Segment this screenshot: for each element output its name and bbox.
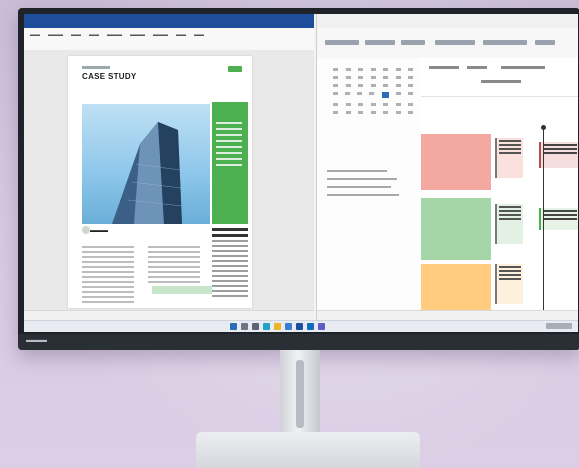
explorer-icon[interactable]: [274, 323, 281, 330]
outlook-window: [316, 14, 578, 321]
word-titlebar[interactable]: [24, 14, 314, 28]
calendar-day-view[interactable]: [421, 58, 578, 310]
outlook-icon[interactable]: [307, 323, 314, 330]
event-card[interactable]: [539, 208, 578, 230]
teams-icon[interactable]: [318, 323, 325, 330]
text-column-1: [82, 246, 134, 306]
mini-calendar[interactable]: [333, 68, 413, 119]
calendar-header: [421, 58, 578, 97]
edge-icon[interactable]: [263, 323, 270, 330]
word-ribbon: ▬▬ ▬▬▬ ▬▬ ▬▬ ▬▬▬ ▬▬▬ ▬▬▬ ▬▬ ▬▬: [24, 28, 314, 51]
doc-kicker: [82, 66, 110, 69]
text-column-2: [148, 246, 200, 286]
outlook-titlebar[interactable]: [317, 14, 578, 29]
green-callout: [152, 286, 212, 294]
event-block-red[interactable]: [421, 134, 491, 190]
word-window: ▬▬ ▬▬▬ ▬▬ ▬▬ ▬▬▬ ▬▬▬ ▬▬▬ ▬▬ ▬▬ CASE STUDY: [24, 14, 314, 321]
taskbar-clock[interactable]: [546, 323, 572, 329]
start-icon[interactable]: [230, 323, 237, 330]
monitor: ▬▬ ▬▬▬ ▬▬ ▬▬ ▬▬▬ ▬▬▬ ▬▬▬ ▬▬ ▬▬ CASE STUDY: [18, 8, 579, 350]
building-photo: [82, 104, 210, 224]
store-icon[interactable]: [285, 323, 292, 330]
event-card[interactable]: [495, 138, 523, 178]
event-card[interactable]: [495, 264, 523, 304]
brand-logo: ▬▬▬: [26, 337, 47, 344]
event-block-green[interactable]: [421, 198, 491, 260]
word-document-canvas[interactable]: CASE STUDY ▬▬▬: [24, 50, 314, 310]
word-icon[interactable]: [296, 323, 303, 330]
doc-title: CASE STUDY: [82, 72, 137, 81]
document-page: CASE STUDY ▬▬▬: [68, 56, 252, 308]
word-ribbon-tabs: ▬▬ ▬▬▬ ▬▬ ▬▬ ▬▬▬ ▬▬▬ ▬▬▬ ▬▬ ▬▬: [30, 32, 204, 38]
event-card[interactable]: [539, 142, 578, 168]
section-icon: [82, 226, 90, 234]
taskbar: [24, 320, 578, 332]
current-time-line: [543, 128, 544, 310]
outlook-ribbon: [317, 28, 578, 59]
calendar-list[interactable]: [327, 170, 413, 202]
search-icon[interactable]: [241, 323, 248, 330]
outlook-sidebar: [317, 58, 422, 310]
green-sidebar-panel: [212, 102, 248, 224]
task-view-icon[interactable]: [252, 323, 259, 330]
monitor-screen: ▬▬ ▬▬▬ ▬▬ ▬▬ ▬▬▬ ▬▬▬ ▬▬▬ ▬▬ ▬▬ CASE STUDY: [24, 14, 578, 332]
event-card[interactable]: [495, 204, 523, 244]
doc-logo: [228, 66, 242, 72]
event-block-orange[interactable]: [421, 264, 491, 310]
section-heading: ▬▬▬: [90, 228, 108, 234]
stand-cable-slot: [296, 360, 304, 428]
monitor-chin: ▬▬▬: [18, 334, 579, 350]
monitor-stand-base: [196, 432, 420, 468]
text-column-3: [212, 228, 248, 300]
